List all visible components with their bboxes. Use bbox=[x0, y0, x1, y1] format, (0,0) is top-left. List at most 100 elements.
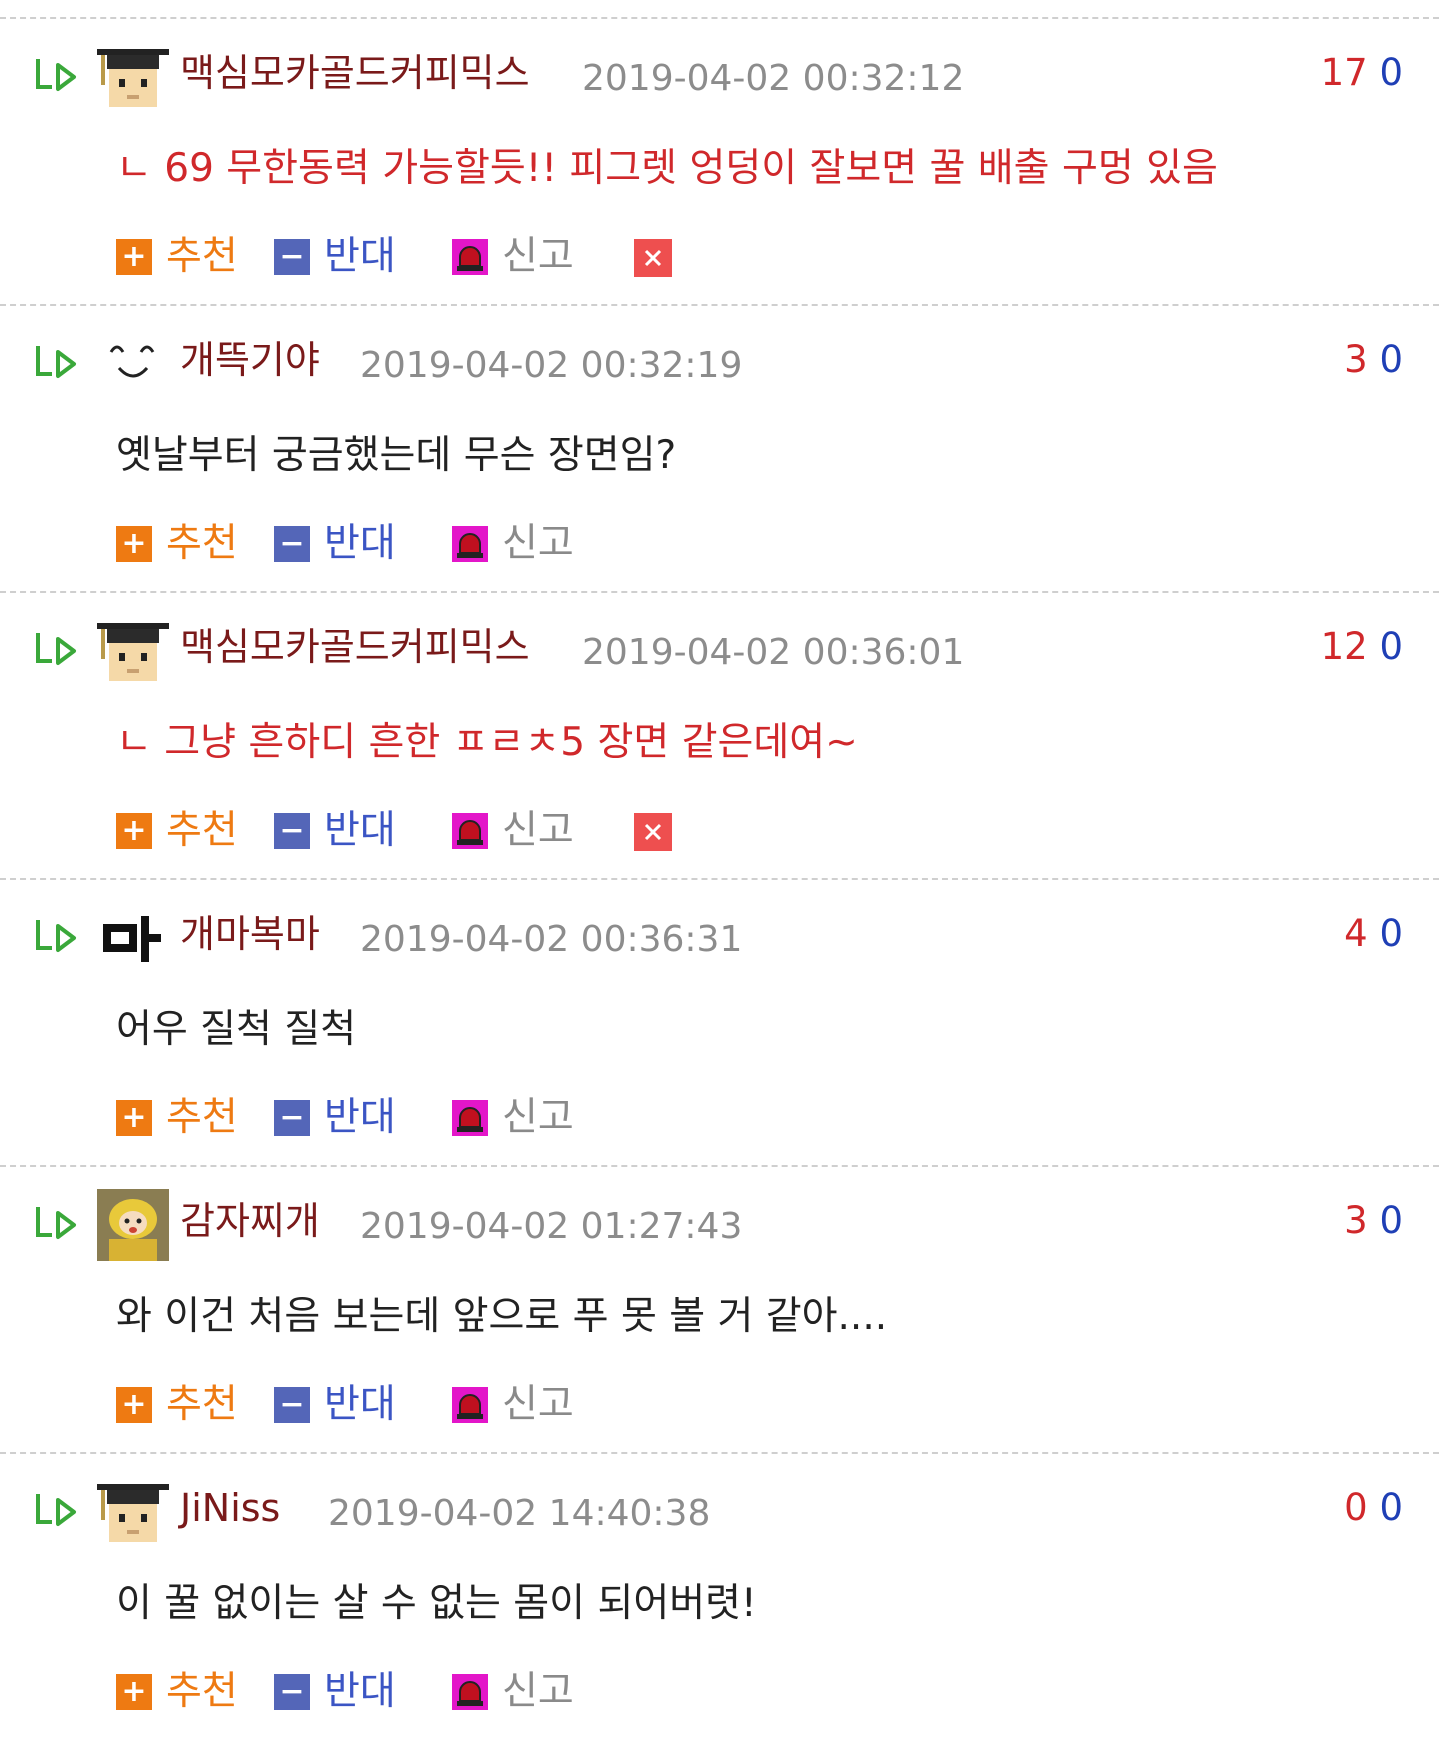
comment-actions: + 추천 − 반대 신고 bbox=[116, 514, 816, 574]
downvote-count: 0 bbox=[1379, 1199, 1403, 1242]
oppose-button[interactable]: − 반대 bbox=[274, 801, 396, 861]
comment-author[interactable]: JiNiss bbox=[180, 1478, 280, 1538]
siren-icon bbox=[452, 526, 488, 562]
comment-author[interactable]: 맥심모카골드커피믹스 bbox=[180, 617, 530, 677]
graduate-avatar bbox=[97, 49, 169, 107]
minus-icon: − bbox=[274, 1100, 310, 1136]
report-label: 신고 bbox=[502, 1382, 574, 1427]
comment-date: 2019-04-02 01:27:43 bbox=[360, 1206, 743, 1247]
upvote-count: 0 bbox=[1344, 1486, 1368, 1529]
minus-icon: − bbox=[274, 239, 310, 275]
plus-icon: + bbox=[116, 1100, 152, 1136]
comment-item: JiNiss 2019-04-02 14:40:38 0 0 이 꿀 없이는 살… bbox=[0, 1452, 1439, 1739]
comment-text: ㄴ 69 무한동력 가능할듯!! 피그렛 엉덩이 잘보면 꿀 배출 구멍 있음 bbox=[116, 146, 1218, 191]
comment-text: ㄴ 그냥 흔하디 흔한 ㅍㄹㅊ5 장면 같은데여~ bbox=[116, 720, 858, 765]
minus-icon: − bbox=[274, 1674, 310, 1710]
oppose-button[interactable]: − 반대 bbox=[274, 514, 396, 574]
upvote-count: 3 bbox=[1344, 1199, 1368, 1242]
comment-date: 2019-04-02 00:36:31 bbox=[360, 919, 743, 960]
report-button[interactable]: 신고 bbox=[452, 227, 574, 287]
comment-item: 개마복마 2019-04-02 00:36:31 4 0 어우 질척 질척 + … bbox=[0, 878, 1439, 1165]
comment-author[interactable]: 개마복마 bbox=[180, 904, 320, 964]
oppose-button[interactable]: − 반대 bbox=[274, 1375, 396, 1435]
minus-icon: − bbox=[274, 526, 310, 562]
recommend-button[interactable]: + 추천 bbox=[116, 1662, 238, 1722]
reply-arrow-icon bbox=[36, 920, 76, 952]
siren-icon bbox=[452, 813, 488, 849]
recommend-label: 추천 bbox=[166, 234, 238, 279]
report-label: 신고 bbox=[502, 1095, 574, 1140]
plus-icon: + bbox=[116, 1387, 152, 1423]
upvote-count: 17 bbox=[1320, 51, 1368, 94]
oppose-label: 반대 bbox=[324, 521, 396, 566]
downvote-count: 0 bbox=[1379, 338, 1403, 381]
comment-actions: + 추천 − 반대 신고 bbox=[116, 227, 816, 287]
comment-author[interactable]: 맥심모카골드커피믹스 bbox=[180, 43, 530, 103]
comment-text: 옛날부터 궁금했는데 무슨 장면임? bbox=[116, 433, 677, 478]
comment-scores: 3 0 bbox=[1344, 330, 1403, 390]
report-button[interactable]: 신고 bbox=[452, 801, 574, 861]
recommend-button[interactable]: + 추천 bbox=[116, 801, 238, 861]
comment-actions: + 추천 − 반대 신고 bbox=[116, 1088, 816, 1148]
comment-item: 감자찌개 2019-04-02 01:27:43 3 0 와 이건 처음 보는데… bbox=[0, 1165, 1439, 1452]
recommend-button[interactable]: + 추천 bbox=[116, 514, 238, 574]
oppose-label: 반대 bbox=[324, 1095, 396, 1140]
oppose-button[interactable]: − 반대 bbox=[274, 1662, 396, 1722]
reply-arrow-icon bbox=[36, 1494, 76, 1526]
oppose-button[interactable]: − 반대 bbox=[274, 227, 396, 287]
oppose-button[interactable]: − 반대 bbox=[274, 1088, 396, 1148]
siren-icon bbox=[452, 1100, 488, 1136]
report-button[interactable]: 신고 bbox=[452, 1088, 574, 1148]
downvote-count: 0 bbox=[1379, 1486, 1403, 1529]
reply-arrow-icon bbox=[36, 1207, 76, 1239]
report-button[interactable]: 신고 bbox=[452, 1662, 574, 1722]
report-button[interactable]: 신고 bbox=[452, 514, 574, 574]
upvote-count: 3 bbox=[1344, 338, 1368, 381]
delete-button[interactable] bbox=[634, 813, 672, 851]
recommend-button[interactable]: + 추천 bbox=[116, 1375, 238, 1435]
graduate-avatar bbox=[97, 623, 169, 681]
report-label: 신고 bbox=[502, 521, 574, 566]
comment-text: 이 꿀 없이는 살 수 없는 몸이 되어버렷! bbox=[116, 1581, 757, 1626]
face-emoticon-avatar bbox=[109, 345, 155, 378]
comment-text: 와 이건 처음 보는데 앞으로 푸 못 볼 거 같아.... bbox=[116, 1294, 888, 1339]
recommend-label: 추천 bbox=[166, 1382, 238, 1427]
recommend-button[interactable]: + 추천 bbox=[116, 1088, 238, 1148]
ma-glyph-avatar bbox=[103, 916, 161, 962]
siren-icon bbox=[452, 1674, 488, 1710]
comment-date: 2019-04-02 00:32:19 bbox=[360, 345, 743, 386]
comment-scores: 0 0 bbox=[1344, 1478, 1403, 1538]
comment-scores: 4 0 bbox=[1344, 904, 1403, 964]
report-button[interactable]: 신고 bbox=[452, 1375, 574, 1435]
report-label: 신고 bbox=[502, 234, 574, 279]
plus-icon: + bbox=[116, 1674, 152, 1710]
comment-item: 맥심모카골드커피믹스 2019-04-02 00:36:01 12 0 ㄴ 그냥… bbox=[0, 591, 1439, 878]
downvote-count: 0 bbox=[1379, 51, 1403, 94]
siren-icon bbox=[452, 1387, 488, 1423]
oppose-label: 반대 bbox=[324, 1382, 396, 1427]
comment-scores: 12 0 bbox=[1321, 617, 1403, 677]
report-label: 신고 bbox=[502, 1669, 574, 1714]
plus-icon: + bbox=[116, 813, 152, 849]
comment-date: 2019-04-02 14:40:38 bbox=[328, 1493, 711, 1534]
comment-author[interactable]: 감자찌개 bbox=[180, 1191, 320, 1251]
reply-arrow-icon bbox=[36, 633, 76, 665]
comment-item: 개뜩기야 2019-04-02 00:32:19 3 0 옛날부터 궁금했는데 … bbox=[0, 304, 1439, 591]
upvote-count: 12 bbox=[1320, 625, 1368, 668]
minus-icon: − bbox=[274, 813, 310, 849]
delete-button[interactable] bbox=[634, 239, 672, 277]
comment-author[interactable]: 개뜩기야 bbox=[180, 330, 320, 390]
oppose-label: 반대 bbox=[324, 234, 396, 279]
comment-actions: + 추천 − 반대 신고 bbox=[116, 801, 816, 861]
siren-icon bbox=[452, 239, 488, 275]
comment-scores: 17 0 bbox=[1321, 43, 1403, 103]
comment-actions: + 추천 − 반대 신고 bbox=[116, 1662, 816, 1722]
recommend-label: 추천 bbox=[166, 1669, 238, 1714]
comment-date: 2019-04-02 00:36:01 bbox=[582, 632, 965, 673]
cartoon-photo-avatar bbox=[97, 1189, 169, 1261]
close-icon bbox=[644, 823, 662, 841]
recommend-button[interactable]: + 추천 bbox=[116, 227, 238, 287]
reply-arrow-icon bbox=[36, 59, 76, 91]
comment-scores: 3 0 bbox=[1344, 1191, 1403, 1251]
graduate-avatar bbox=[97, 1484, 169, 1542]
